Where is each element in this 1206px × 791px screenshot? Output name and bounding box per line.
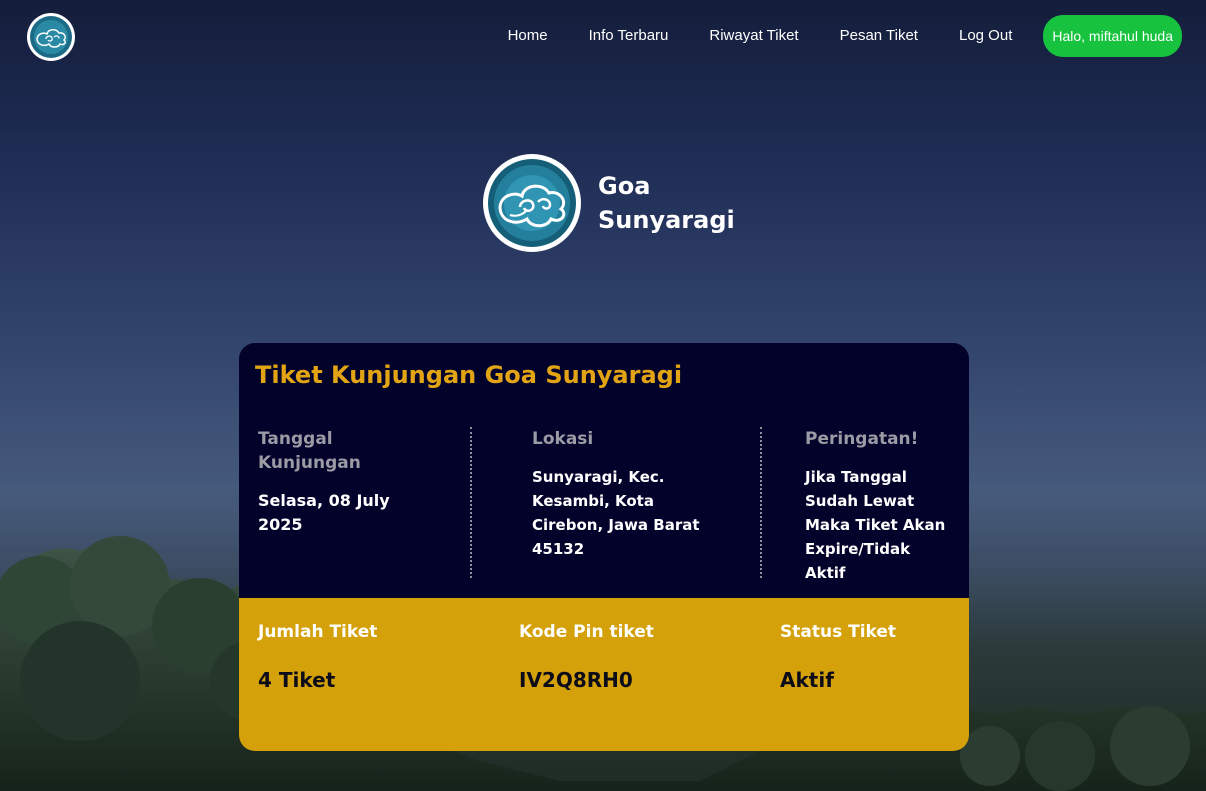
ticket-pin-label: Kode Pin tiket [519, 622, 654, 642]
location-value: Sunyaragi, Kec. Kesambi, Kota Cirebon, J… [532, 468, 700, 558]
ticket-count-section: Jumlah Tiket 4 Tiket [258, 620, 377, 694]
top-navbar: Home Info Terbaru Riwayat Tiket Pesan Ti… [0, 0, 1206, 72]
nav-logout-link[interactable]: Log Out [959, 16, 1012, 56]
user-greeting-button[interactable]: Halo, miftahul huda [1043, 15, 1182, 57]
ticket-count-label: Jumlah Tiket [258, 622, 378, 642]
ticket-summary-panel: Jumlah Tiket 4 Tiket Kode Pin tiket IV2Q… [239, 598, 969, 751]
page: Home Info Terbaru Riwayat Tiket Pesan Ti… [0, 0, 1206, 791]
nav-riwayat-tiket-link[interactable]: Riwayat Tiket [709, 16, 798, 56]
info-divider [760, 427, 762, 578]
info-divider [470, 427, 472, 578]
ticket-title: Tiket Kunjungan Goa Sunyaragi [255, 361, 683, 389]
brand-name: Goa Sunyaragi [598, 172, 735, 234]
ticket-pin-section: Kode Pin tiket IV2Q8RH0 [519, 620, 654, 694]
visit-date-section: Tanggal Kunjungan Selasa, 08 July 2025 [258, 427, 438, 537]
batik-cloud-logo-icon[interactable] [26, 12, 76, 62]
ticket-status-value: Aktif [780, 668, 834, 692]
nav-pesan-tiket-link[interactable]: Pesan Tiket [840, 16, 918, 56]
warning-label: Peringatan! [805, 429, 919, 449]
location-label: Lokasi [532, 429, 594, 449]
nav-info-terbaru-link[interactable]: Info Terbaru [589, 16, 669, 56]
ticket-status-section: Status Tiket Aktif [780, 620, 896, 694]
ticket-card: Tiket Kunjungan Goa Sunyaragi Tanggal Ku… [239, 343, 969, 751]
ticket-pin-value: IV2Q8RH0 [519, 668, 633, 692]
batik-cloud-logo-icon [483, 154, 581, 252]
nav-links: Home Info Terbaru Riwayat Tiket Pesan Ti… [508, 15, 1182, 57]
warning-section: Peringatan! Jika Tanggal Sudah Lewat Mak… [805, 427, 955, 585]
visit-date-value: Selasa, 08 July 2025 [258, 491, 390, 534]
ticket-status-label: Status Tiket [780, 622, 897, 642]
location-section: Lokasi Sunyaragi, Kec. Kesambi, Kota Cir… [532, 427, 702, 561]
visit-date-label: Tanggal Kunjungan [258, 429, 361, 473]
nav-home-link[interactable]: Home [508, 16, 548, 56]
ticket-count-value: 4 Tiket [258, 668, 336, 692]
brand-header: Goa Sunyaragi [482, 153, 738, 253]
warning-value: Jika Tanggal Sudah Lewat Maka Tiket Akan… [805, 468, 946, 582]
